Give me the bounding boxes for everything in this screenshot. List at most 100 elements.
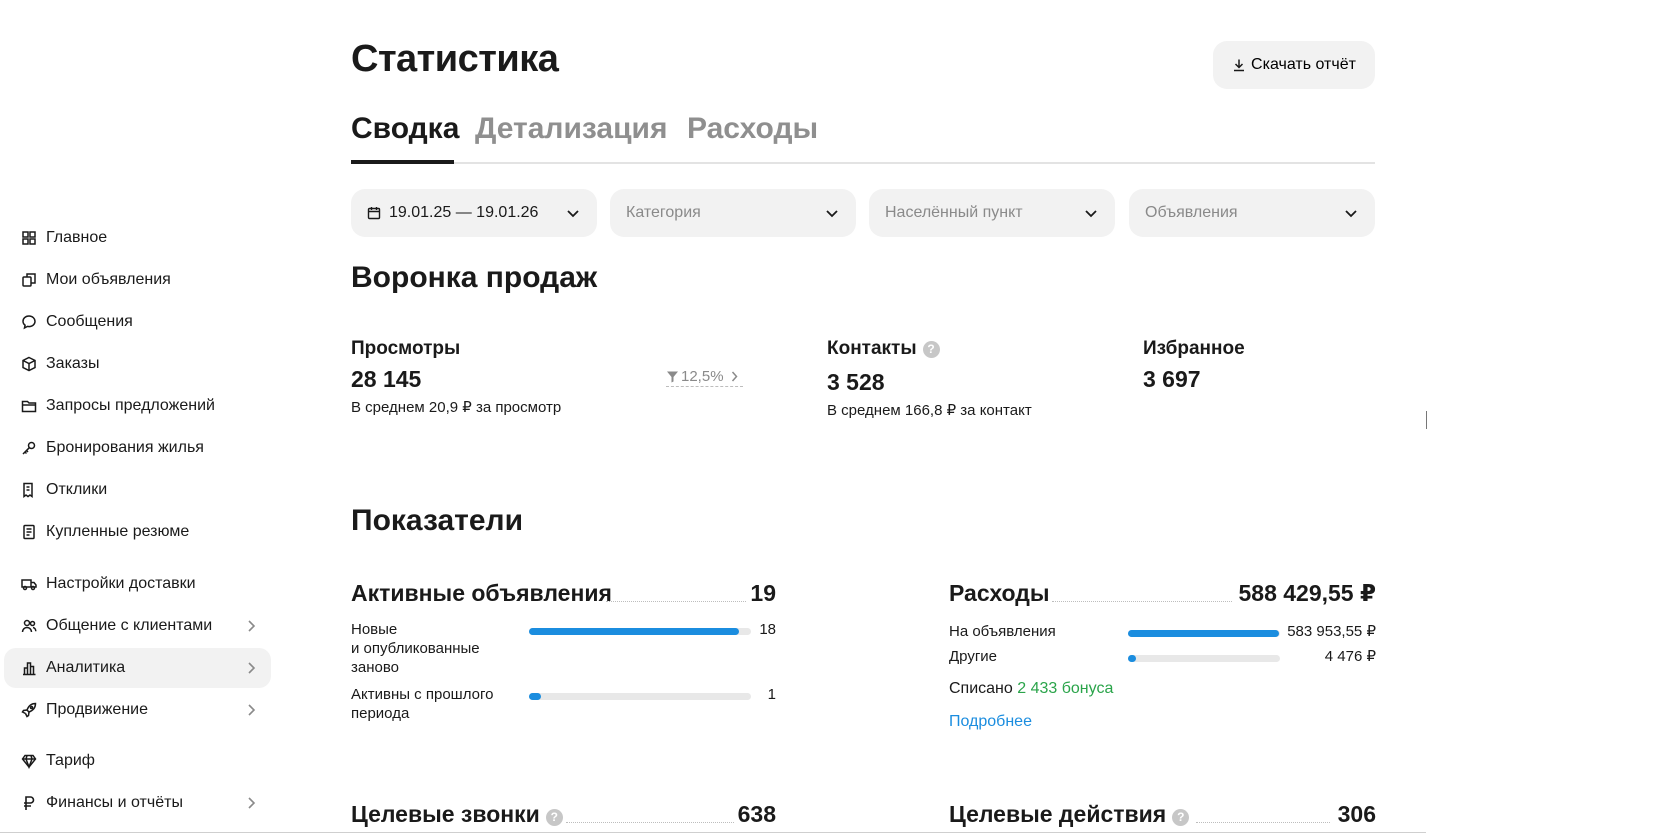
download-report-button[interactable]: Скачать отчёт	[1213, 41, 1375, 89]
ads-expenses-label: На объявления	[949, 623, 1056, 640]
sidebar-item-label: Отклики	[46, 481, 108, 498]
people-icon	[20, 617, 38, 635]
active-tab-indicator	[351, 160, 454, 164]
conversion-badge[interactable]: 12,5%	[666, 368, 743, 387]
funnel-filter-icon	[667, 371, 678, 383]
previous-period-value: 1	[767, 686, 776, 703]
sidebar-item-finance[interactable]: Финансы и отчёты	[4, 783, 271, 823]
chevron-right-icon	[243, 618, 259, 634]
sidebar-item-label: Купленные резюме	[46, 523, 190, 540]
sidebar-item-my-ads[interactable]: Мои объявления	[4, 260, 271, 300]
active-ads-value: 19	[750, 580, 776, 606]
contacts-average: В среднем 166,8 ₽ за контакт	[827, 402, 1032, 419]
chevron-down-icon	[1085, 210, 1097, 218]
sidebar-item-label: Тариф	[46, 752, 95, 769]
truck-icon	[20, 575, 38, 593]
new-ads-label-line: Новые	[351, 621, 398, 638]
new-ads-bar-fill	[529, 628, 740, 635]
sidebar-item-label: Аналитика	[46, 659, 126, 676]
tab-summary[interactable]: Сводка	[351, 112, 459, 146]
date-range-select[interactable]: 19.01.25 — 19.01.26	[351, 189, 597, 237]
sidebar-item-promotion[interactable]: Продвижение	[4, 690, 271, 730]
chat-bubble-icon	[20, 313, 38, 331]
sidebar-item-label: Финансы и отчёты	[46, 794, 183, 811]
sidebar-item-main[interactable]: Главное	[4, 218, 271, 258]
resume-icon	[20, 523, 38, 541]
conversion-value: 12,5%	[681, 368, 724, 385]
previous-period-bar	[529, 693, 751, 700]
box-icon	[20, 355, 38, 373]
category-select[interactable]: Категория	[610, 189, 856, 237]
help-icon[interactable]: ?	[545, 808, 563, 826]
help-icon[interactable]: ?	[1172, 808, 1190, 826]
chevron-right-icon	[243, 702, 259, 718]
target-calls-title-text: Целевые звонки	[351, 801, 540, 827]
active-ads-title: Активные объявления	[351, 580, 612, 606]
page-title: Статистика	[351, 38, 559, 80]
previous-period-label: Активны с прошлого периода	[351, 685, 493, 723]
copy-icon	[20, 271, 38, 289]
bar-chart-icon	[20, 659, 38, 677]
chevron-right-icon	[243, 795, 259, 811]
contacts-value: 3 528	[827, 369, 885, 395]
favorites-label: Избранное	[1143, 338, 1245, 359]
download-report-label: Скачать отчёт	[1251, 56, 1356, 73]
sidebar-item-label: Запросы предложений	[46, 397, 215, 414]
category-placeholder: Категория	[626, 204, 701, 221]
funnel-title: Воронка продаж	[351, 261, 598, 294]
chevron-right-icon	[731, 371, 738, 382]
new-ads-label-line: и опубликованные	[351, 640, 480, 657]
target-actions-title-text: Целевые действия	[949, 801, 1167, 827]
sidebar-item-analytics[interactable]: Аналитика	[4, 648, 271, 688]
chevron-down-icon	[826, 210, 838, 218]
contacts-label-text: Контакты	[827, 338, 917, 359]
written-off-bonus: 2 433 бонуса	[1017, 680, 1114, 697]
sidebar-item-label: Мои объявления	[46, 271, 171, 288]
more-details-link[interactable]: Подробнее	[949, 713, 1032, 731]
target-actions-value: 306	[1337, 801, 1376, 827]
rocket-icon	[20, 701, 38, 719]
sidebar-item-label: Бронирования жилья	[46, 439, 204, 456]
views-average: В среднем 20,9 ₽ за просмотр	[351, 399, 562, 416]
new-ads-bar	[529, 628, 751, 635]
sidebar-item-orders[interactable]: Заказы	[4, 344, 271, 384]
written-off-prefix: Списано	[949, 680, 1013, 697]
sidebar-item-requests[interactable]: Запросы предложений	[4, 386, 271, 426]
document-icon	[20, 481, 38, 499]
sidebar-item-responses[interactable]: Отклики	[4, 470, 271, 510]
sidebar-item-label: Сообщения	[46, 313, 133, 330]
new-ads-value: 18	[759, 621, 776, 638]
indicators-title: Показатели	[351, 504, 524, 537]
previous-period-label-line: периода	[351, 705, 410, 722]
scroll-handle[interactable]	[1426, 411, 1428, 429]
tab-bar: Сводка Детализация Расходы	[351, 110, 1375, 164]
sidebar-item-label: Общение с клиентами	[46, 617, 213, 634]
city-select[interactable]: Населённый пункт	[869, 189, 1115, 237]
previous-period-label-line: Активны с прошлого	[351, 686, 494, 703]
target-calls-value: 638	[737, 801, 776, 827]
target-calls-title: Целевые звонки?	[351, 801, 563, 828]
sidebar-item-delivery-settings[interactable]: Настройки доставки	[4, 564, 271, 604]
chevron-down-icon	[567, 210, 579, 218]
help-icon[interactable]: ?	[922, 340, 940, 358]
date-range-value: 19.01.25 — 19.01.26	[389, 204, 539, 221]
tab-expenses[interactable]: Расходы	[687, 112, 818, 146]
new-ads-label-line: заново	[351, 659, 399, 676]
ads-select[interactable]: Объявления	[1129, 189, 1375, 237]
sidebar-item-messages[interactable]: Сообщения	[4, 302, 271, 342]
sidebar-item-bookings[interactable]: Бронирования жилья	[4, 428, 271, 468]
contacts-label: Контакты?	[827, 338, 940, 360]
sidebar: Главное Мои объявления Сообщения Заказы …	[0, 0, 280, 833]
expenses-title: Расходы	[949, 580, 1050, 606]
other-expenses-label: Другие	[949, 648, 998, 665]
sidebar-item-client-communication[interactable]: Общение с клиентами	[4, 606, 271, 646]
favorites-value: 3 697	[1143, 366, 1201, 392]
city-placeholder: Населённый пункт	[885, 204, 1023, 221]
written-off-line: Списано 2 433 бонуса	[949, 680, 1113, 698]
new-ads-label: Новые и опубликованные заново	[351, 620, 480, 677]
folder-icon	[20, 397, 38, 415]
tab-details[interactable]: Детализация	[475, 112, 668, 146]
views-value: 28 145	[351, 366, 422, 392]
sidebar-item-tariff[interactable]: Тариф	[4, 741, 271, 781]
sidebar-item-resumes[interactable]: Купленные резюме	[4, 512, 271, 552]
